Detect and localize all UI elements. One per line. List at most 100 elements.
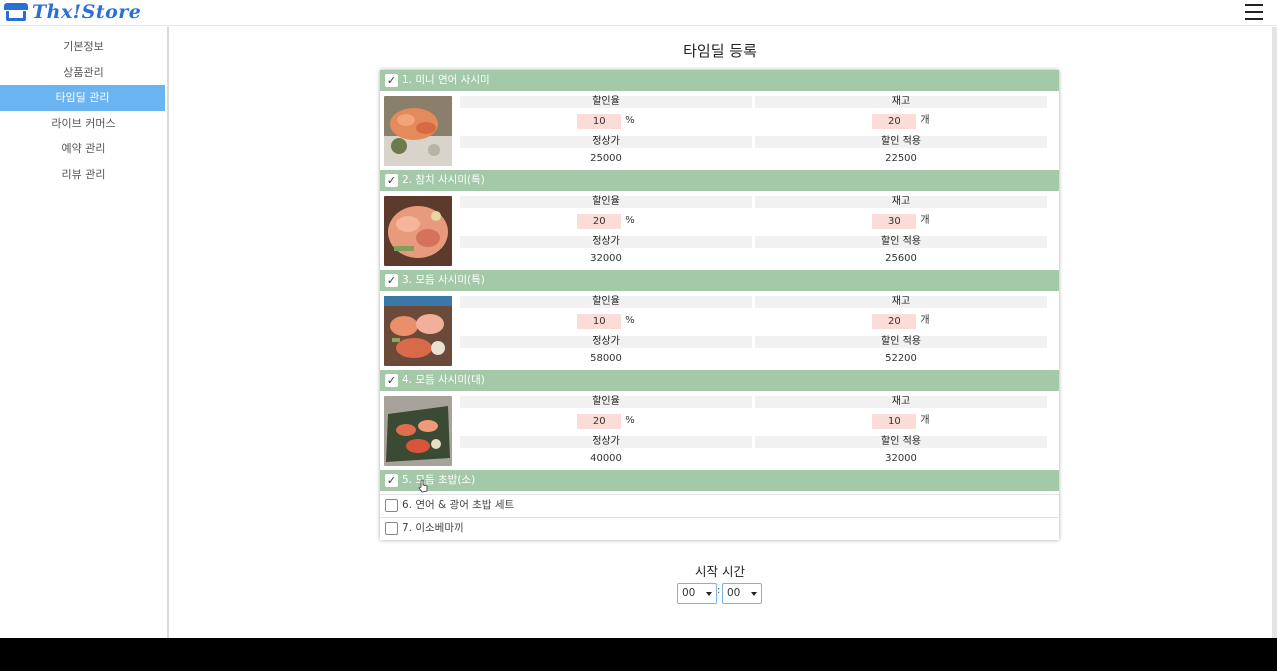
regular-price-value: 25000 [590, 153, 622, 164]
hour-select[interactable]: 00 [677, 583, 717, 604]
product-row-7[interactable]: 7. 이소베마끼 [380, 517, 1059, 538]
start-time-label: 시작 시간 [695, 564, 745, 579]
stock-header: 재고 [755, 296, 1047, 308]
discounted-price-value: 25600 [885, 253, 917, 264]
product-name: 5. 모듬 초밥(소) [402, 474, 476, 486]
stock-header: 재고 [755, 96, 1047, 108]
product-header-5[interactable]: ✓ 5. 모듬 초밥(소) [380, 470, 1059, 491]
percent-unit: % [625, 115, 635, 126]
product-name: 2. 참치 사시미(특) [402, 174, 485, 186]
discount-rate-input[interactable]: 10 [577, 113, 622, 129]
discount-rate-input[interactable]: 20 [577, 213, 622, 229]
count-unit: 개 [920, 115, 930, 126]
product-name: 3. 모듬 사시미(특) [402, 274, 485, 286]
discount-rate-header: 할인율 [460, 296, 752, 308]
product-detail-3: 할인율 재고 10% 20 개 정상가 할인 적용 58000 52200 [460, 296, 1047, 370]
sidebar: 기본정보 상품관리 타임딜 관리 라이브 커머스 예약 관리 리뷰 관리 [0, 27, 169, 638]
checkbox-unchecked[interactable] [385, 522, 398, 535]
sidebar-item-basic-info[interactable]: 기본정보 [0, 34, 167, 60]
checkbox-checked[interactable]: ✓ [385, 274, 398, 287]
discount-rate-header: 할인율 [460, 96, 752, 108]
checkbox-checked[interactable]: ✓ [385, 374, 398, 387]
hour-value: 00 [682, 587, 696, 599]
regular-price-value: 40000 [590, 453, 622, 464]
minute-value: 00 [727, 587, 741, 599]
regular-price-value: 58000 [590, 353, 622, 364]
hand-cursor-icon [418, 479, 428, 493]
discounted-price-value: 52200 [885, 353, 917, 364]
stock-cell: 20 개 [755, 313, 1047, 329]
bottom-bar [0, 638, 1277, 671]
stock-cell: 20 개 [755, 113, 1047, 129]
time-separator: : [717, 585, 721, 596]
sidebar-item-reservations[interactable]: 예약 관리 [0, 136, 167, 162]
discount-rate-cell: 20% [460, 413, 752, 429]
stock-cell: 30 개 [755, 213, 1047, 229]
product-list-card: ✓ 1. 미니 연어 사시미 할인율 재고 10% 20 개 정상가 할인 적용 … [380, 70, 1059, 540]
product-name: 6. 연어 & 광어 초밥 세트 [402, 499, 515, 511]
page-title: 타임딜 등록 [683, 42, 757, 60]
minute-select[interactable]: 00 [722, 583, 762, 604]
discount-rate-input[interactable]: 20 [577, 413, 622, 429]
logo-text: Thx!Store [32, 1, 142, 23]
caret-down-icon [706, 592, 712, 596]
checkbox-checked[interactable]: ✓ [385, 174, 398, 187]
store-icon [4, 3, 28, 21]
caret-down-icon [751, 592, 757, 596]
checkbox-unchecked[interactable] [385, 499, 398, 512]
discount-rate-header: 할인율 [460, 196, 752, 208]
discount-rate-header: 할인율 [460, 396, 752, 408]
discounted-price-header: 할인 적용 [755, 336, 1047, 348]
product-detail-4: 할인율 재고 20% 10 개 정상가 할인 적용 40000 32000 [460, 396, 1047, 470]
discount-rate-cell: 10% [460, 313, 752, 329]
discount-rate-cell: 20% [460, 213, 752, 229]
product-name: 1. 미니 연어 사시미 [402, 74, 490, 86]
product-header-1[interactable]: ✓ 1. 미니 연어 사시미 [380, 70, 1059, 91]
stock-cell: 10 개 [755, 413, 1047, 429]
hamburger-menu-icon[interactable] [1245, 4, 1263, 20]
count-unit: 개 [920, 315, 930, 326]
regular-price-value: 32000 [590, 253, 622, 264]
stock-input[interactable]: 20 [872, 113, 917, 129]
stock-input[interactable]: 30 [872, 213, 917, 229]
product-name: 7. 이소베마끼 [402, 522, 464, 534]
percent-unit: % [625, 315, 635, 326]
product-detail-1: 할인율 재고 10% 20 개 정상가 할인 적용 25000 22500 [460, 96, 1047, 170]
discount-rate-cell: 10% [460, 113, 752, 129]
checkbox-checked[interactable]: ✓ [385, 74, 398, 87]
stock-header: 재고 [755, 396, 1047, 408]
regular-price-header: 정상가 [460, 336, 752, 348]
product-name: 4. 모듬 사시미(대) [402, 374, 485, 386]
sidebar-item-timedeal[interactable]: 타임딜 관리 [0, 85, 165, 111]
count-unit: 개 [920, 215, 930, 226]
discount-rate-input[interactable]: 10 [577, 313, 622, 329]
discounted-price-header: 할인 적용 [755, 436, 1047, 448]
stock-header: 재고 [755, 196, 1047, 208]
stock-input[interactable]: 10 [872, 413, 917, 429]
product-detail-2: 할인율 재고 20% 30 개 정상가 할인 적용 32000 25600 [460, 196, 1047, 270]
product-image [384, 196, 452, 266]
regular-price-header: 정상가 [460, 236, 752, 248]
discounted-price-header: 할인 적용 [755, 236, 1047, 248]
scrollbar-track[interactable] [1272, 27, 1277, 638]
sidebar-item-reviews[interactable]: 리뷰 관리 [0, 162, 167, 188]
discounted-price-header: 할인 적용 [755, 136, 1047, 148]
product-image [384, 96, 452, 166]
top-bar: Thx!Store [0, 0, 1277, 26]
app-logo[interactable]: Thx!Store [4, 1, 141, 23]
sidebar-item-products[interactable]: 상품관리 [0, 60, 167, 86]
product-image [384, 296, 452, 366]
checkbox-checked[interactable]: ✓ [385, 474, 398, 487]
percent-unit: % [625, 415, 635, 426]
product-row-6[interactable]: 6. 연어 & 광어 초밥 세트 [380, 494, 1059, 515]
product-header-3[interactable]: ✓ 3. 모듬 사시미(특) [380, 270, 1059, 291]
regular-price-header: 정상가 [460, 436, 752, 448]
product-header-2[interactable]: ✓ 2. 참치 사시미(특) [380, 170, 1059, 191]
discounted-price-value: 32000 [885, 453, 917, 464]
stock-input[interactable]: 20 [872, 313, 917, 329]
product-image [384, 396, 452, 466]
count-unit: 개 [920, 415, 930, 426]
product-header-4[interactable]: ✓ 4. 모듬 사시미(대) [380, 370, 1059, 391]
discounted-price-value: 22500 [885, 153, 917, 164]
sidebar-item-live-commerce[interactable]: 라이브 커머스 [0, 111, 167, 137]
